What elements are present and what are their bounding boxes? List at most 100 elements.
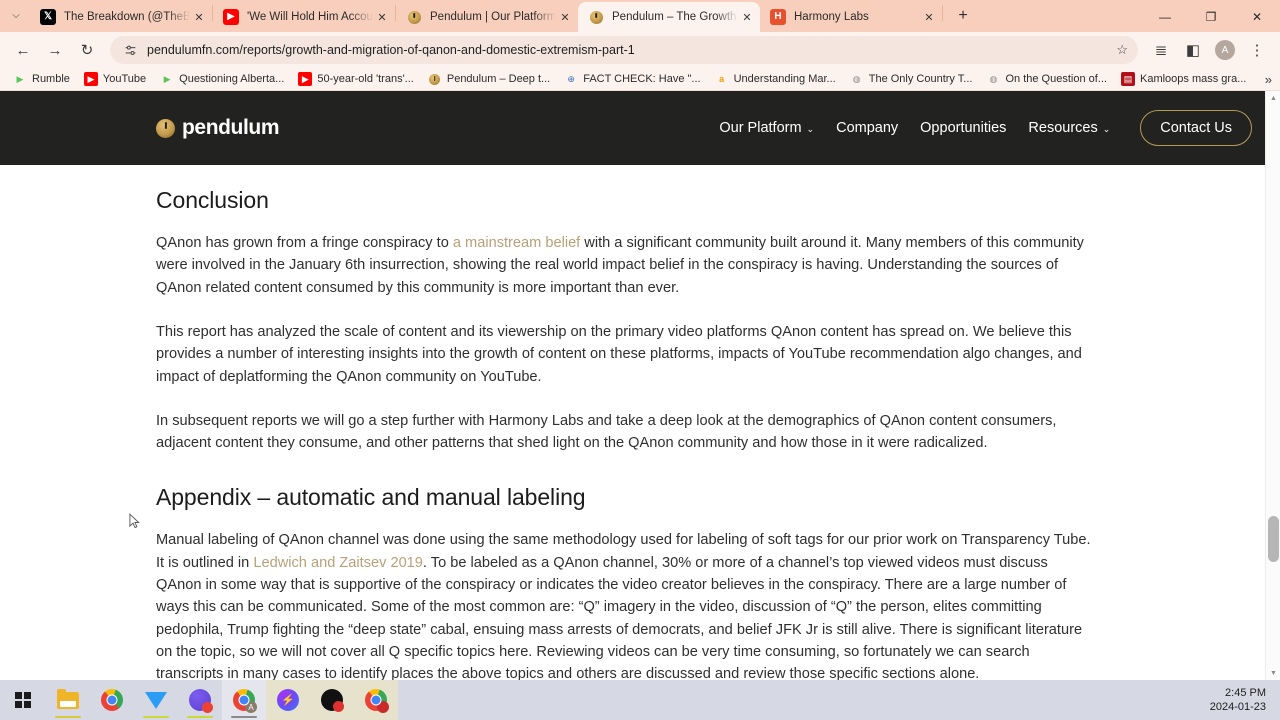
pendulum-icon bbox=[406, 9, 422, 25]
bookmark-label: On the Question of... bbox=[1005, 73, 1107, 86]
close-window-button[interactable]: ✕ bbox=[1234, 0, 1280, 34]
taskbar-app-purple[interactable] bbox=[178, 680, 222, 720]
maximize-button[interactable]: ❐ bbox=[1188, 0, 1234, 34]
reading-list-icon[interactable]: ≣ bbox=[1146, 35, 1176, 65]
taskbar-messenger[interactable] bbox=[266, 680, 310, 720]
minimize-button[interactable]: — bbox=[1142, 0, 1188, 34]
side-panel-icon[interactable]: ◧ bbox=[1178, 35, 1208, 65]
conclusion-heading: Conclusion bbox=[156, 187, 269, 214]
tab-close-icon[interactable]: ✕ bbox=[373, 8, 391, 26]
conclusion-paragraph-2: This report has analyzed the scale of co… bbox=[156, 323, 1082, 385]
obs-icon bbox=[321, 689, 344, 712]
chrome-icon bbox=[101, 689, 123, 711]
bookmark-label: Rumble bbox=[32, 73, 70, 86]
browser-toolbar: ← → ↻ pendulumfn.com/reports/growth-and-… bbox=[0, 32, 1280, 69]
browser-tab-3[interactable]: Pendulum | Our Platform ✕ bbox=[396, 2, 578, 32]
tab-strip: ⌵ 𝕏 The Breakdown (@TheBreakdo ✕ ▶ 'We W… bbox=[0, 0, 1280, 32]
clock-date: 2024-01-23 bbox=[1209, 701, 1266, 713]
bookmark-item[interactable]: ◍ The Only Country T... bbox=[843, 69, 980, 89]
bookmark-item[interactable]: ▶ 50-year-old 'trans'... bbox=[291, 69, 421, 89]
browser-window: ⌵ 𝕏 The Breakdown (@TheBreakdo ✕ ▶ 'We W… bbox=[0, 0, 1280, 680]
nav-item-resources[interactable]: Resources ⌄ bbox=[1028, 120, 1110, 136]
page-scrollbar[interactable]: ▲ ▼ bbox=[1265, 91, 1280, 680]
harmony-icon: H bbox=[770, 9, 786, 25]
generic-page-icon: ◍ bbox=[852, 73, 861, 84]
scroll-up-icon[interactable]: ▲ bbox=[1266, 91, 1280, 105]
nav-label: Company bbox=[836, 120, 899, 137]
bookmark-item[interactable]: ▤ Kamloops mass gra... bbox=[1114, 69, 1253, 89]
new-tab-button[interactable]: + bbox=[949, 2, 977, 30]
ledwich-zaitsev-link[interactable]: Ledwich and Zaitsev 2019 bbox=[253, 555, 423, 571]
back-button[interactable]: ← bbox=[8, 35, 38, 65]
tab-close-icon[interactable]: ✕ bbox=[738, 8, 756, 26]
purple-circle-icon bbox=[189, 689, 213, 713]
browser-tab-2[interactable]: ▶ 'We Will Hold Him Accountable ✕ bbox=[213, 2, 395, 32]
chevron-down-icon: ⌄ bbox=[1102, 123, 1111, 134]
bookmark-item[interactable]: ▶ YouTube bbox=[77, 69, 153, 89]
bookmark-item[interactable]: ▶ Questioning Alberta... bbox=[153, 69, 291, 89]
chevron-down-icon: ⌄ bbox=[806, 123, 815, 134]
reload-button[interactable]: ↻ bbox=[72, 35, 102, 65]
url-text[interactable]: pendulumfn.com/reports/growth-and-migrat… bbox=[147, 43, 1107, 57]
taskbar-chrome-profile[interactable]: A bbox=[222, 680, 266, 720]
chrome-menu-icon[interactable]: ⋮ bbox=[1242, 35, 1272, 65]
chrome-profile-icon: A bbox=[233, 689, 257, 713]
taskbar-chrome[interactable] bbox=[90, 680, 134, 720]
taskbar-file-explorer[interactable] bbox=[46, 680, 90, 720]
bookmark-label: Questioning Alberta... bbox=[179, 73, 285, 86]
nav-item-our-platform[interactable]: Our Platform ⌄ bbox=[719, 120, 814, 136]
taskbar-clock[interactable]: 2:45 PM 2024-01-23 bbox=[1210, 686, 1280, 714]
bookmark-item[interactable]: Pendulum – Deep t... bbox=[421, 69, 557, 89]
bookmark-item[interactable]: ▶ Rumble bbox=[6, 69, 77, 89]
site-header: pendulum Our Platform ⌄ Company Opportuni… bbox=[0, 91, 1280, 166]
tab-close-icon[interactable]: ✕ bbox=[920, 8, 938, 26]
rumble-icon: ▶ bbox=[16, 73, 24, 84]
bookmark-item[interactable]: ⊕ FACT CHECK: Have "... bbox=[557, 69, 707, 89]
taskbar-chrome-alt[interactable] bbox=[354, 680, 398, 720]
address-bar[interactable]: pendulumfn.com/reports/growth-and-migrat… bbox=[110, 36, 1138, 65]
windows-taskbar: A 2:45 PM 2024-01-23 bbox=[0, 680, 1280, 720]
amazon-icon: a bbox=[719, 74, 725, 85]
bookmark-label: YouTube bbox=[102, 73, 147, 86]
contact-us-button[interactable]: Contact Us bbox=[1140, 110, 1252, 147]
mainstream-belief-link[interactable]: a mainstream belief bbox=[453, 235, 580, 251]
red-doc-icon: ▤ bbox=[1120, 72, 1135, 87]
tab-separator bbox=[942, 4, 943, 21]
folder-icon bbox=[57, 688, 79, 709]
appendix-heading: Appendix – automatic and manual labeling bbox=[156, 484, 586, 511]
bookmark-star-icon[interactable]: ☆ bbox=[1116, 42, 1128, 58]
pendulum-icon bbox=[588, 9, 604, 25]
forward-button[interactable]: → bbox=[40, 35, 70, 65]
bookmark-label: 50-year-old 'trans'... bbox=[317, 73, 414, 86]
bookmarks-overflow-icon[interactable]: » bbox=[1265, 72, 1272, 87]
browser-tab-4-active[interactable]: Pendulum – The Growth and M ✕ bbox=[578, 2, 760, 32]
site-nav: Our Platform ⌄ Company Opportunities Reso… bbox=[719, 110, 1252, 147]
conclusion-paragraph-3: In subsequent reports we will go a step … bbox=[156, 412, 1057, 452]
site-settings-icon[interactable] bbox=[122, 42, 138, 58]
nav-item-opportunities[interactable]: Opportunities bbox=[920, 120, 1006, 136]
x-icon: 𝕏 bbox=[40, 9, 56, 25]
nav-label: Resources bbox=[1028, 120, 1098, 137]
tab-close-icon[interactable]: ✕ bbox=[190, 8, 208, 26]
scroll-down-icon[interactable]: ▼ bbox=[1266, 666, 1280, 680]
nav-item-company[interactable]: Company bbox=[836, 120, 898, 136]
browser-tab-5[interactable]: H Harmony Labs ✕ bbox=[760, 2, 942, 32]
taskbar-obs[interactable] bbox=[310, 680, 354, 720]
scrollbar-thumb[interactable] bbox=[1268, 516, 1279, 563]
clock-time: 2:45 PM bbox=[1225, 687, 1266, 699]
rumble-icon: ▶ bbox=[163, 73, 171, 84]
taskbar-telegram[interactable] bbox=[134, 680, 178, 720]
profile-avatar[interactable]: A bbox=[1210, 35, 1240, 65]
tab-title: The Breakdown (@TheBreakdo bbox=[64, 11, 190, 23]
site-logo[interactable]: pendulum bbox=[156, 116, 280, 140]
bookmark-item[interactable]: ◍ On the Question of... bbox=[979, 69, 1114, 89]
tab-close-icon[interactable]: ✕ bbox=[556, 8, 574, 26]
browser-tab-1[interactable]: 𝕏 The Breakdown (@TheBreakdo ✕ bbox=[30, 2, 212, 32]
bookmark-item[interactable]: a Understanding Mar... bbox=[708, 69, 843, 89]
youtube-icon: ▶ bbox=[298, 72, 313, 87]
pendulum-icon bbox=[428, 72, 442, 86]
paragraph-text: QAnon has grown from a fringe conspiracy… bbox=[156, 235, 453, 252]
generic-page-icon: ◍ bbox=[989, 73, 998, 84]
start-button[interactable] bbox=[0, 680, 46, 720]
tab-search-icon[interactable]: ⌵ bbox=[2, 0, 30, 30]
